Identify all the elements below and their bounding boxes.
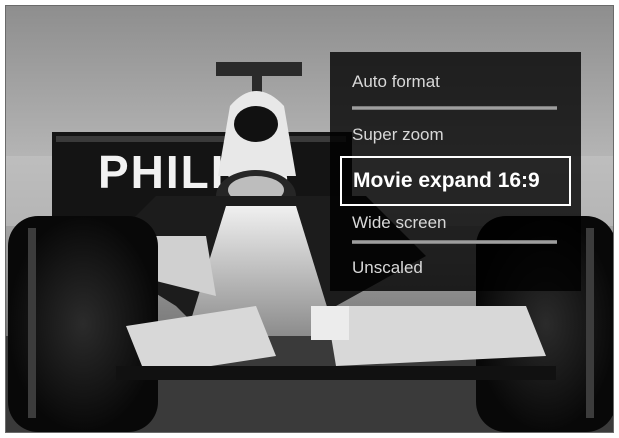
menu-item-label: Auto format bbox=[352, 72, 440, 91]
menu-divider bbox=[352, 240, 557, 244]
menu-item-label: Super zoom bbox=[352, 125, 444, 144]
menu-item-movie-expand-16-9[interactable]: Movie expand 16:9 bbox=[340, 156, 571, 206]
menu-item-wide-screen[interactable]: Wide screen bbox=[330, 201, 581, 245]
picture-format-menu: Auto format Super zoom Movie expand 16:9… bbox=[330, 52, 581, 291]
menu-item-super-zoom[interactable]: Super zoom bbox=[330, 113, 581, 157]
menu-item-label: Unscaled bbox=[352, 258, 423, 277]
menu-item-unscaled[interactable]: Unscaled bbox=[330, 246, 581, 290]
menu-item-label: Movie expand 16:9 bbox=[353, 169, 540, 192]
menu-item-auto-format[interactable]: Auto format bbox=[330, 60, 581, 104]
menu-divider bbox=[352, 106, 557, 110]
menu-item-label: Wide screen bbox=[352, 213, 447, 232]
tv-screen: PHILIPS Auto format Super zoom Movie exp… bbox=[5, 5, 614, 433]
